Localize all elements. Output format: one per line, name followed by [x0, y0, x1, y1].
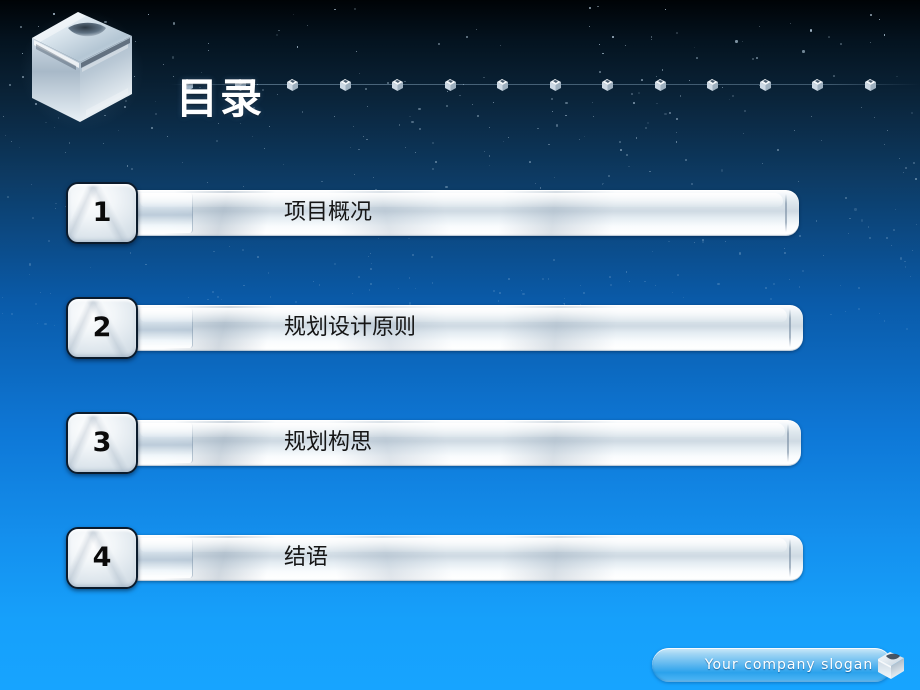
toc-item-1[interactable]: 项目概况 1 — [66, 182, 801, 246]
company-slogan-text: Your company slogan — [704, 657, 874, 673]
toc-item-number-badge: 3 — [66, 412, 138, 474]
bar-gloss-highlight — [140, 423, 785, 437]
slide-canvas: 目录 项目概况 1 规划设计原则 2 规划构思 3 结语 4 Your company slo… — [0, 0, 920, 690]
toc-item-bar: 结语 — [134, 535, 803, 581]
toc-item-bar: 项目概况 — [134, 190, 799, 236]
toc-item-label: 规划设计原则 — [284, 315, 417, 340]
bar-gloss-highlight — [140, 538, 787, 552]
toc-item-number: 1 — [92, 197, 112, 228]
toc-item-bar: 规划设计原则 — [134, 305, 803, 351]
toc-item-bar: 规划构思 — [134, 420, 801, 466]
toc-item-3[interactable]: 规划构思 3 — [66, 412, 803, 476]
bar-gloss-highlight — [140, 193, 783, 207]
toc-item-label: 结语 — [284, 545, 329, 570]
toc-item-number: 4 — [92, 542, 112, 573]
toc-item-number-badge: 4 — [66, 527, 138, 589]
bar-gloss-highlight — [140, 308, 787, 322]
small-silver-cube-icon — [874, 648, 908, 682]
toc-item-2[interactable]: 规划设计原则 2 — [66, 297, 805, 361]
company-slogan-banner[interactable]: Your company slogan — [652, 648, 892, 682]
toc-list: 项目概况 1 规划设计原则 2 规划构思 3 结语 4 — [0, 0, 920, 690]
toc-item-4[interactable]: 结语 4 — [66, 527, 805, 591]
toc-item-number-badge: 2 — [66, 297, 138, 359]
toc-item-number: 3 — [92, 427, 112, 458]
toc-item-number: 2 — [92, 312, 112, 343]
toc-item-label: 规划构思 — [284, 430, 373, 455]
toc-item-label: 项目概况 — [284, 200, 373, 225]
toc-item-number-badge: 1 — [66, 182, 138, 244]
